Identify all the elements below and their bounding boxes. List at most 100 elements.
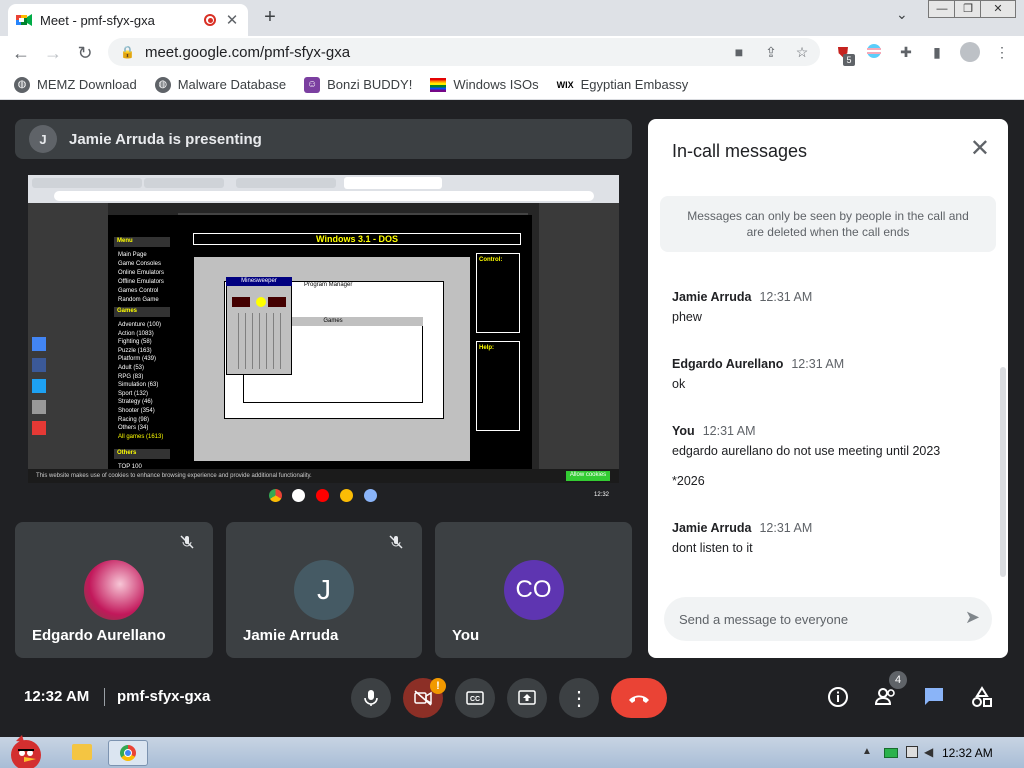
people-icon bbox=[874, 688, 895, 705]
participant-tile[interactable]: CO You bbox=[435, 522, 632, 658]
back-arrow-icon[interactable]: ← bbox=[10, 42, 32, 64]
rainbow-flag-icon bbox=[430, 77, 447, 92]
shared-games-list: Adventure (100) Action (1083) Fighting (… bbox=[118, 322, 164, 440]
message-sender: You bbox=[672, 424, 695, 438]
more-menu-icon[interactable]: ⋮ bbox=[993, 43, 1011, 61]
people-button[interactable] bbox=[873, 686, 899, 712]
message-sender: Edgardo Aurellano bbox=[672, 357, 784, 371]
angry-bird-start-icon[interactable] bbox=[2, 733, 48, 768]
message-text: ok bbox=[672, 377, 686, 391]
message-sender: Jamie Arruda bbox=[672, 290, 752, 304]
chat-input[interactable]: Send a message to everyone ➤ bbox=[664, 597, 992, 641]
meeting-details-button[interactable] bbox=[825, 686, 851, 712]
shared-page-title: Windows 3.1 - DOS bbox=[193, 233, 521, 245]
activities-icon bbox=[972, 686, 992, 707]
camera-warning-badge: ! bbox=[430, 678, 446, 694]
profile-avatar-icon[interactable] bbox=[960, 42, 980, 62]
shared-others-title: Others bbox=[114, 449, 170, 459]
new-tab-button[interactable]: + bbox=[258, 4, 282, 30]
participant-name: Edgardo Aurellano bbox=[32, 627, 166, 644]
camera-in-use-icon[interactable]: ■ bbox=[730, 43, 748, 61]
system-clock[interactable]: 12:32 AM bbox=[942, 746, 993, 760]
divider bbox=[104, 688, 105, 706]
activities-button[interactable] bbox=[969, 686, 995, 712]
send-icon[interactable]: ➤ bbox=[965, 607, 980, 628]
extension-badge: 5 bbox=[843, 54, 855, 66]
address-bar[interactable]: 🔒 meet.google.com/pmf-sfyx-gxa bbox=[108, 38, 820, 66]
meeting-clock: 12:32 AM bbox=[24, 688, 90, 705]
chat-panel: In-call messages ✕ Messages can only be … bbox=[648, 119, 1008, 658]
bookmark-star-icon[interactable]: ☆ bbox=[793, 43, 811, 61]
shared-os-taskbar: 12:32 bbox=[28, 483, 619, 508]
browser-tab[interactable]: Meet - pmf-sfyx-gxa ✕ bbox=[8, 4, 248, 36]
bookmark-bonzi-buddy[interactable]: ☺ Bonzi BUDDY! bbox=[304, 76, 412, 93]
tray-chevron-icon[interactable]: ▲ bbox=[862, 746, 872, 757]
bookmark-windows-isos[interactable]: Windows ISOs bbox=[430, 77, 539, 92]
bookmark-memz[interactable]: ◍ MEMZ Download bbox=[14, 76, 137, 93]
shared-menu-title: Menu bbox=[114, 237, 170, 247]
shared-minesweeper: Minesweeper bbox=[226, 277, 292, 286]
tab-close-icon[interactable]: ✕ bbox=[224, 11, 240, 29]
present-screen-button[interactable] bbox=[507, 678, 547, 718]
close-window-button[interactable]: ✕ bbox=[980, 0, 1016, 18]
side-panel-icon[interactable]: ▮ bbox=[928, 43, 946, 61]
volume-icon[interactable]: ◀ bbox=[924, 745, 933, 759]
participant-photo-avatar bbox=[84, 560, 144, 620]
message-time: 12:31 AM bbox=[702, 424, 756, 438]
bookmark-malware-database[interactable]: ◍ Malware Database bbox=[154, 76, 286, 93]
trans-flag-extension-icon[interactable] bbox=[865, 43, 883, 61]
captions-button[interactable]: CC bbox=[455, 678, 495, 718]
restore-window-button[interactable]: ❐ bbox=[954, 0, 982, 18]
message-text: dont listen to it bbox=[672, 541, 753, 555]
chrome-taskbar-button[interactable] bbox=[108, 740, 148, 766]
message-sender: Jamie Arruda bbox=[672, 521, 752, 535]
shared-cookie-bar: This website makes use of cookies to enh… bbox=[28, 469, 619, 483]
leave-call-button[interactable] bbox=[611, 678, 667, 718]
camera-off-icon bbox=[414, 690, 432, 706]
globe-icon: ◍ bbox=[14, 76, 30, 93]
forward-arrow-icon[interactable]: → bbox=[42, 42, 64, 64]
network-icon[interactable] bbox=[906, 746, 918, 758]
chat-panel-title: In-call messages bbox=[672, 141, 808, 161]
shared-browser-chrome bbox=[28, 175, 619, 203]
participant-name: You bbox=[452, 627, 480, 644]
microphone-button[interactable] bbox=[351, 678, 391, 718]
message-time: 12:31 AM bbox=[759, 521, 813, 535]
chat-scrollbar[interactable] bbox=[1000, 367, 1006, 577]
bookmarks-bar: ◍ MEMZ Download ◍ Malware Database ☺ Bon… bbox=[0, 70, 1024, 100]
share-icon[interactable]: ⇪ bbox=[762, 43, 780, 61]
participant-tile[interactable]: J Jamie Arruda bbox=[226, 522, 422, 658]
message-text: phew bbox=[672, 310, 702, 324]
muted-mic-icon bbox=[388, 534, 408, 554]
recording-indicator-icon bbox=[204, 14, 216, 26]
minimize-window-button[interactable]: — bbox=[928, 0, 956, 18]
participant-avatar: CO bbox=[503, 560, 564, 620]
shared-program-manager: Program Manager bbox=[304, 282, 353, 288]
battery-icon[interactable] bbox=[884, 748, 898, 758]
chat-input-placeholder: Send a message to everyone bbox=[679, 611, 849, 627]
bookmark-egyptian-embassy[interactable]: WIX Egyptian Embassy bbox=[557, 77, 689, 92]
info-icon bbox=[828, 687, 848, 707]
reload-icon[interactable]: ↻ bbox=[74, 42, 96, 64]
meeting-code: pmf-sfyx-gxa bbox=[117, 688, 211, 705]
message-time: 12:31 AM bbox=[791, 357, 845, 371]
shared-screen[interactable]: Menu Main Page Game Consoles Online Emul… bbox=[28, 175, 619, 508]
chat-button[interactable] bbox=[921, 686, 947, 712]
microphone-icon bbox=[364, 690, 378, 706]
more-options-button[interactable]: ⋮ bbox=[559, 678, 599, 718]
hang-up-icon bbox=[629, 695, 649, 703]
participant-avatar: J bbox=[294, 560, 354, 620]
participant-tile[interactable]: Edgardo Aurellano bbox=[15, 522, 213, 658]
wix-icon: WIX bbox=[556, 79, 574, 90]
tab-search-chevron-icon[interactable]: ⌄ bbox=[896, 6, 908, 23]
extensions-puzzle-icon[interactable]: ✚ bbox=[897, 43, 915, 61]
shared-page-content: Menu Main Page Game Consoles Online Emul… bbox=[28, 203, 619, 483]
chat-notice: Messages can only be seen by people in t… bbox=[660, 196, 996, 252]
more-vert-icon: ⋮ bbox=[569, 687, 589, 710]
close-icon[interactable]: ✕ bbox=[970, 137, 990, 161]
message-text: *2026 bbox=[672, 474, 705, 488]
shared-menu-list: Main Page Game Consoles Online Emulators… bbox=[118, 252, 165, 303]
participant-name: Jamie Arruda bbox=[243, 627, 339, 644]
file-explorer-icon[interactable] bbox=[72, 744, 92, 760]
svg-text:CC: CC bbox=[470, 696, 480, 703]
